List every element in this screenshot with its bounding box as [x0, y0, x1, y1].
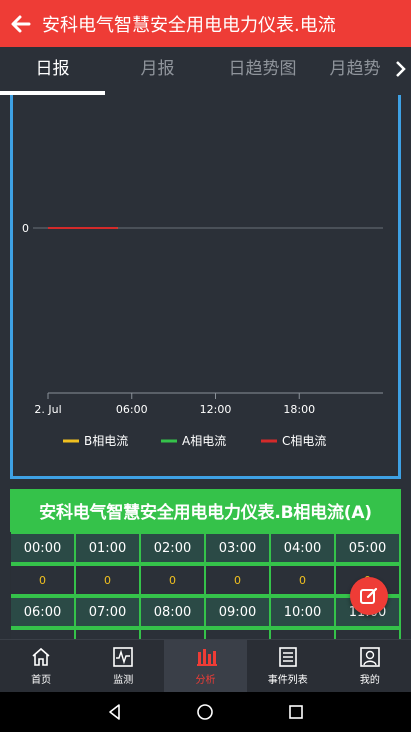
chevron-right-icon [396, 61, 406, 77]
x-tick-label: 18:00 [283, 403, 315, 416]
tab-scroll-right-button[interactable] [389, 47, 411, 91]
nav-label-analysis: 分析 [195, 675, 216, 686]
home-icon [32, 647, 50, 666]
monitor-icon [113, 647, 134, 667]
report-value-cell [206, 628, 271, 639]
legend-label: A相电流 [182, 434, 226, 448]
chart-panel: 0 2. Jul 06:00 12:00 18:00 B相电流 A相电流 C相电流 [10, 95, 401, 479]
report-time-cell: 03:00 [206, 532, 271, 564]
profile-icon [360, 647, 380, 667]
report-value-cell [336, 628, 401, 639]
event-list-icon [278, 647, 297, 667]
nav-item-home[interactable]: 首页 [0, 640, 82, 692]
nav-label-monitor: 监测 [113, 675, 134, 686]
page-title: 安科电气智慧安全用电电力仪表.电流 [42, 14, 336, 36]
report-time-cell: 08:00 [141, 596, 206, 628]
system-back-icon[interactable] [105, 702, 125, 722]
nav-label-event-list: 事件列表 [267, 675, 308, 686]
tab-daily-trend[interactable]: 日趋势图 [210, 47, 315, 91]
tab-monthly-trend[interactable]: 月趋势 [315, 47, 395, 91]
report-value-cell [76, 628, 141, 639]
title-bar: 安科电气智慧安全用电电力仪表.电流 [0, 0, 411, 47]
report-value-cell: 0 [11, 564, 76, 596]
report-time-cell: 09:00 [206, 596, 271, 628]
x-tick-label: 12:00 [200, 403, 232, 416]
legend-label: B相电流 [84, 434, 128, 448]
tab-daily-report[interactable]: 日报 [0, 47, 105, 91]
report-time-cell: 05:00 [336, 532, 401, 564]
edit-button[interactable] [350, 577, 388, 615]
report-time-cell: 04:00 [271, 532, 336, 564]
back-button[interactable] [0, 0, 42, 47]
report-value-cell: 0 [76, 564, 141, 596]
analysis-icon [196, 649, 217, 666]
x-tick-label: 06:00 [116, 403, 148, 416]
report-grid: 00:0001:0002:0003:0004:0005:0000000006:0… [10, 532, 401, 639]
report-value-cell [271, 628, 336, 639]
report-value-cell: 0 [141, 564, 206, 596]
back-arrow-icon [11, 15, 31, 32]
system-recents-icon[interactable] [286, 702, 306, 722]
legend-label: C相电流 [282, 434, 326, 448]
system-home-icon[interactable] [195, 702, 215, 722]
nav-item-profile[interactable]: 我的 [329, 640, 411, 692]
report-title: 安科电气智慧安全用电电力仪表.B相电流(A) [10, 489, 401, 532]
nav-item-analysis[interactable]: 分析 [164, 640, 247, 692]
tab-monthly-report[interactable]: 月报 [105, 47, 210, 91]
report-value-cell [141, 628, 206, 639]
report-time-cell: 07:00 [76, 596, 141, 628]
x-tick-label: 2. Jul [34, 403, 61, 416]
report-time-cell: 10:00 [271, 596, 336, 628]
report-time-cell: 06:00 [11, 596, 76, 628]
current-line-chart: 0 2. Jul 06:00 12:00 18:00 B相电流 A相电流 C相电流 [22, 222, 383, 448]
report-value-cell [11, 628, 76, 639]
nav-item-monitor[interactable]: 监测 [82, 640, 164, 692]
report-table: 安科电气智慧安全用电电力仪表.B相电流(A) 00:00 01:00 02:00 03… [10, 489, 401, 639]
system-nav-bar [0, 692, 411, 732]
edit-icon [360, 587, 378, 604]
bottom-nav: 首页 监测 分析 事件列表 我的 [0, 639, 411, 692]
report-time-cell: 02:00 [141, 532, 206, 564]
report-time-cell: 00:00 [11, 532, 76, 564]
y-tick-label: 0 [22, 222, 29, 235]
nav-label-home: 首页 [31, 675, 52, 686]
report-value-cell: 0 [271, 564, 336, 596]
nav-label-profile: 我的 [359, 675, 380, 686]
report-value-cell: 0 [206, 564, 271, 596]
nav-item-event-list[interactable]: 事件列表 [247, 640, 329, 692]
report-time-cell: 01:00 [76, 532, 141, 564]
tab-bar: 日报 月报 日趋势图 月趋势 [0, 47, 411, 95]
